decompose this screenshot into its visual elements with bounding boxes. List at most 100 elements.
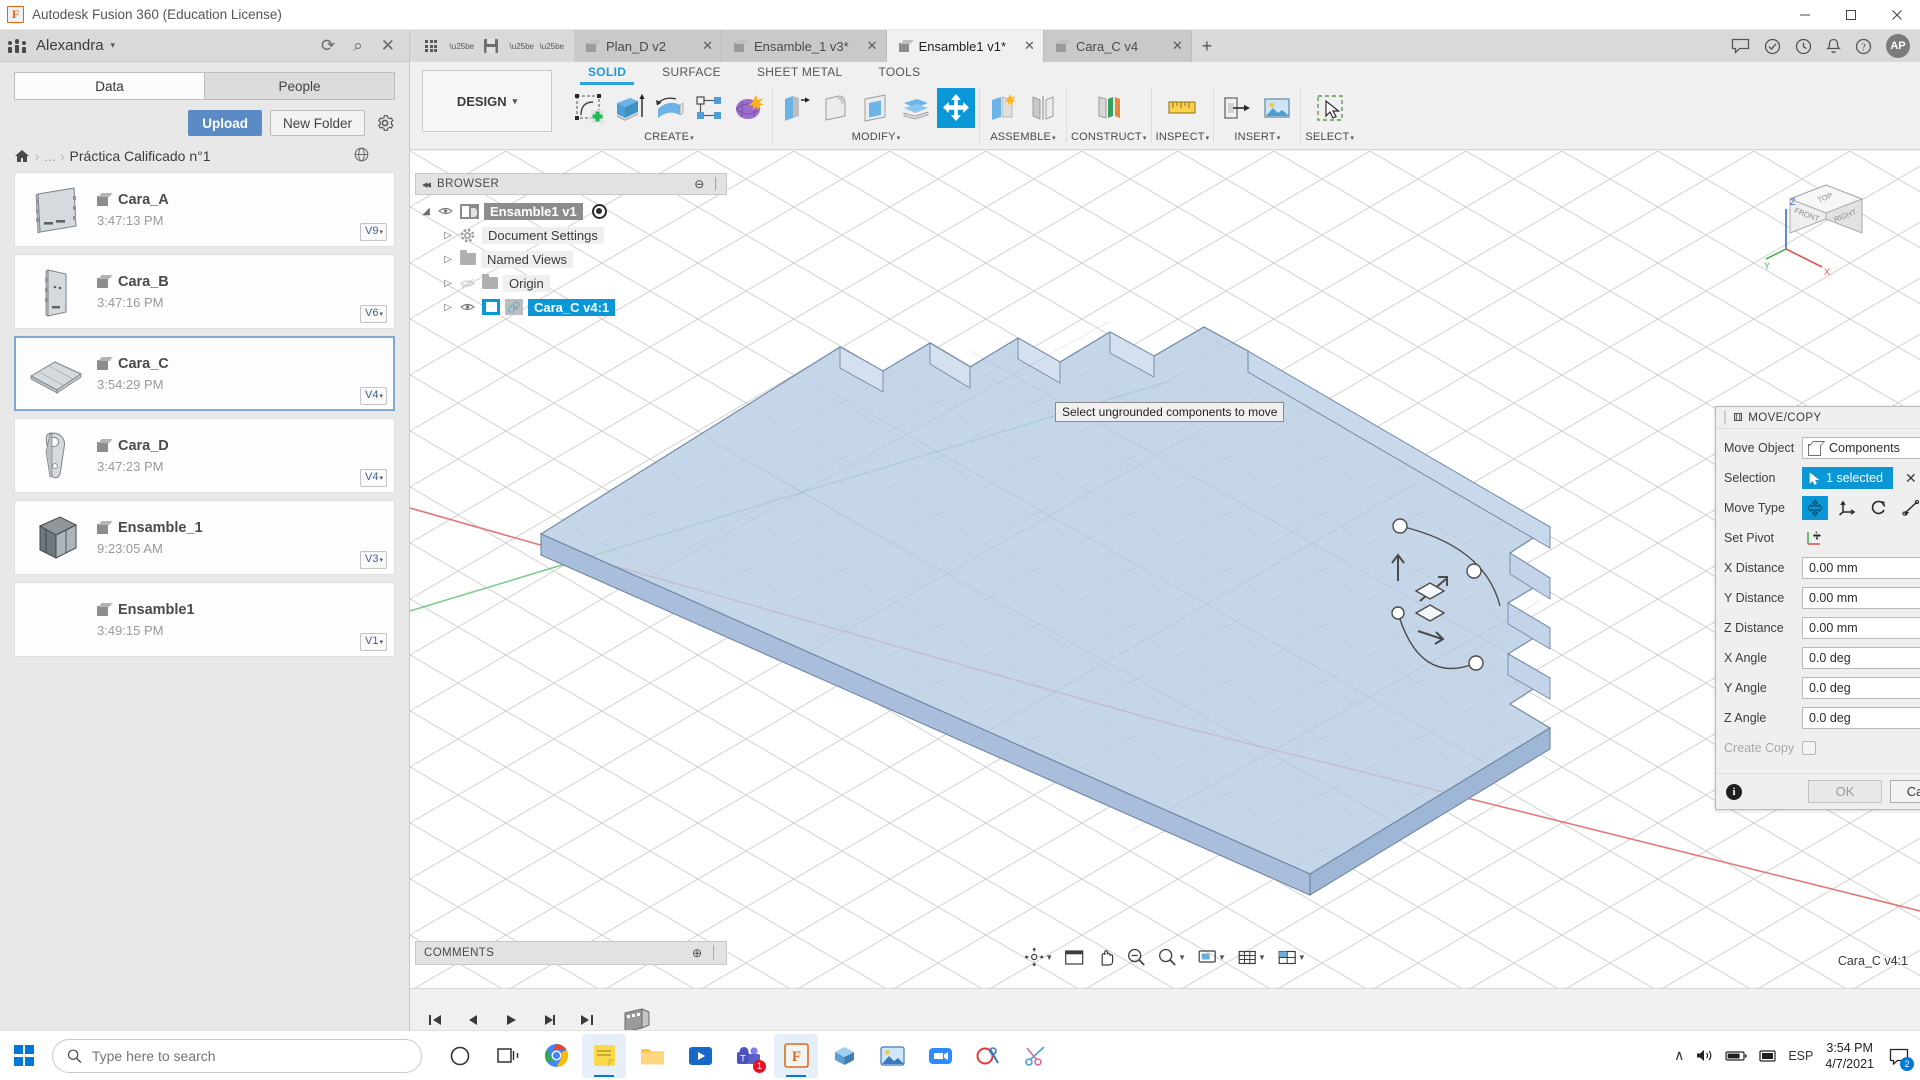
action-center-icon[interactable]: 2 — [1886, 1043, 1914, 1071]
upload-button[interactable]: Upload — [188, 110, 262, 136]
version-badge[interactable]: V9▾ — [360, 223, 387, 241]
comments-icon[interactable] — [1731, 38, 1750, 54]
collapse-icon[interactable]: ⚅ — [1733, 411, 1743, 424]
add-comment-icon[interactable]: ⊕ — [692, 946, 702, 960]
cortana-icon[interactable] — [438, 1034, 482, 1078]
ribbon-group-label[interactable]: CREATE▾ — [644, 131, 694, 143]
volume-icon[interactable] — [1696, 1048, 1713, 1063]
ribbon-group-label[interactable]: INSPECT▾ — [1156, 131, 1210, 143]
breadcrumb-folder-name[interactable]: Práctica Calificado n°1 — [70, 148, 211, 164]
joint-icon[interactable] — [1024, 88, 1062, 128]
language-indicator[interactable]: ESP — [1788, 1049, 1813, 1063]
chevron-down-icon[interactable]: ▼ — [1178, 953, 1186, 962]
insert-image-icon[interactable] — [1258, 88, 1296, 128]
viewports-icon[interactable]: ▼ — [1273, 944, 1310, 970]
maximize-button[interactable] — [1828, 0, 1874, 30]
derive-icon[interactable] — [1218, 88, 1256, 128]
scissors-icon[interactable] — [1014, 1034, 1058, 1078]
microsoft-teams-icon[interactable]: T 1 — [726, 1034, 770, 1078]
drag-grip[interactable]: │ — [1722, 412, 1729, 424]
tree-node-root[interactable]: ◢ Ensamble1 v1 — [415, 199, 727, 223]
clear-selection-icon[interactable]: ✕ — [1905, 470, 1917, 487]
pan-window-icon[interactable] — [1060, 944, 1088, 970]
ribbon-group-label[interactable]: MODIFY▾ — [852, 131, 901, 143]
expand-arrow-icon[interactable]: ▷ — [441, 278, 455, 289]
visibility-eye-icon[interactable] — [460, 302, 477, 312]
move-object-select[interactable]: Components ▼ — [1802, 437, 1920, 459]
activate-radio-icon[interactable] — [591, 203, 607, 219]
create-sketch-icon[interactable] — [570, 88, 608, 128]
list-item[interactable]: Cara_A 3:47:13 PM V9▾ — [14, 172, 395, 247]
close-icon[interactable]: ✕ — [1012, 38, 1035, 54]
y-distance-input[interactable]: 0.00 mm — [1802, 587, 1920, 609]
avatar[interactable]: AP — [1886, 34, 1910, 58]
zoom-window-icon[interactable]: ▼ — [1153, 944, 1190, 970]
create-copy-checkbox[interactable] — [1802, 741, 1816, 755]
redo-icon[interactable]: \u25be — [538, 33, 564, 59]
version-badge[interactable]: V4▾ — [360, 469, 387, 487]
tree-node-named-views[interactable]: ▷ Named Views — [415, 247, 727, 271]
pan-icon[interactable] — [1091, 944, 1119, 970]
tree-node-origin[interactable]: ▷ Origin — [415, 271, 727, 295]
x-angle-input[interactable]: 0.0 deg — [1802, 647, 1920, 669]
extrude-icon[interactable] — [610, 88, 648, 128]
document-tab-cara-c[interactable]: Cara_C v4 ✕ — [1043, 30, 1192, 62]
tree-node-label[interactable]: Cara_C v4:1 — [528, 298, 616, 316]
show-hidden-icons-icon[interactable]: ∧ — [1674, 1047, 1684, 1064]
notifications-bell-icon[interactable] — [1826, 38, 1841, 55]
z-angle-input[interactable]: 0.0 deg — [1802, 707, 1920, 729]
sticky-notes-icon[interactable] — [582, 1033, 626, 1078]
list-item[interactable]: Ensamble1 3:49:15 PM V1▾ — [14, 582, 395, 657]
pattern-icon[interactable] — [690, 88, 728, 128]
list-item[interactable]: Ensamble_1 9:23:05 AM V3▾ — [14, 500, 395, 575]
tree-node-document-settings[interactable]: ▷ Document Settings — [415, 223, 727, 247]
set-pivot-icon[interactable] — [1802, 526, 1828, 550]
document-tab-ensamble1-active[interactable]: Ensamble1 v1* ✕ — [886, 30, 1044, 62]
tree-node-label[interactable]: Ensamble1 v1 — [484, 202, 583, 220]
list-item[interactable]: Cara_D 3:47:23 PM V4▾ — [14, 418, 395, 493]
selection-button[interactable]: 1 selected — [1802, 467, 1893, 489]
visibility-eye-icon[interactable] — [438, 206, 455, 216]
job-status-icon[interactable] — [1764, 38, 1781, 55]
move-type-free-move-icon[interactable] — [1802, 496, 1828, 520]
version-badge[interactable]: V1▾ — [360, 633, 387, 651]
move-type-translate-icon[interactable] — [1834, 496, 1860, 520]
resize-grip[interactable]: │ — [713, 178, 720, 190]
y-angle-input[interactable]: 0.0 deg — [1802, 677, 1920, 699]
new-folder-button[interactable]: New Folder — [269, 110, 365, 136]
home-icon[interactable] — [14, 149, 30, 163]
resize-grip[interactable]: │ — [710, 947, 718, 959]
offset-plane-icon[interactable] — [1090, 88, 1128, 128]
display-settings-icon[interactable]: ▼ — [1193, 944, 1230, 970]
press-pull-icon[interactable] — [777, 88, 815, 128]
globe-icon[interactable] — [354, 147, 369, 162]
offset-face-icon[interactable] — [897, 88, 935, 128]
document-tab-ensamble-1[interactable]: Ensamble_1 v3* ✕ — [722, 30, 887, 62]
fillet-icon[interactable] — [817, 88, 855, 128]
version-badge[interactable]: V6▾ — [360, 305, 387, 323]
refresh-icon[interactable]: ⟳ — [321, 37, 335, 54]
undo-icon[interactable]: \u25be — [508, 33, 534, 59]
list-item-selected[interactable]: Cara_C 3:54:29 PM V4▾ — [14, 336, 395, 411]
expand-arrow-icon[interactable]: ◢ — [419, 206, 433, 217]
version-badge[interactable]: V3▾ — [360, 551, 387, 569]
ribbon-group-label[interactable]: SELECT▾ — [1305, 131, 1354, 143]
workspace-selector[interactable]: DESIGN ▾ — [422, 70, 552, 132]
photos-icon[interactable] — [870, 1034, 914, 1078]
move-type-rotate-icon[interactable] — [1866, 496, 1892, 520]
collapse-icon[interactable]: ◂◂ — [422, 178, 431, 191]
team-name[interactable]: Alexandra — [36, 37, 104, 54]
ok-button[interactable]: OK — [1808, 780, 1882, 803]
list-item[interactable]: Cara_B 3:47:16 PM V6▾ — [14, 254, 395, 329]
inventor-icon[interactable] — [822, 1034, 866, 1078]
new-component-icon[interactable] — [984, 88, 1022, 128]
file-explorer-icon[interactable] — [630, 1034, 674, 1078]
comments-bar[interactable]: COMMENTS ⊕ │ — [415, 941, 727, 965]
move-copy-icon[interactable] — [937, 88, 975, 128]
clock[interactable]: 3:54 PM 4/7/2021 — [1825, 1040, 1874, 1072]
select-icon[interactable] — [1311, 88, 1349, 128]
taskbar-search[interactable] — [52, 1038, 422, 1073]
start-button[interactable] — [0, 1031, 48, 1080]
ribbon-tab-solid[interactable]: SOLID — [570, 62, 644, 85]
help-icon[interactable]: ? — [1855, 38, 1872, 55]
